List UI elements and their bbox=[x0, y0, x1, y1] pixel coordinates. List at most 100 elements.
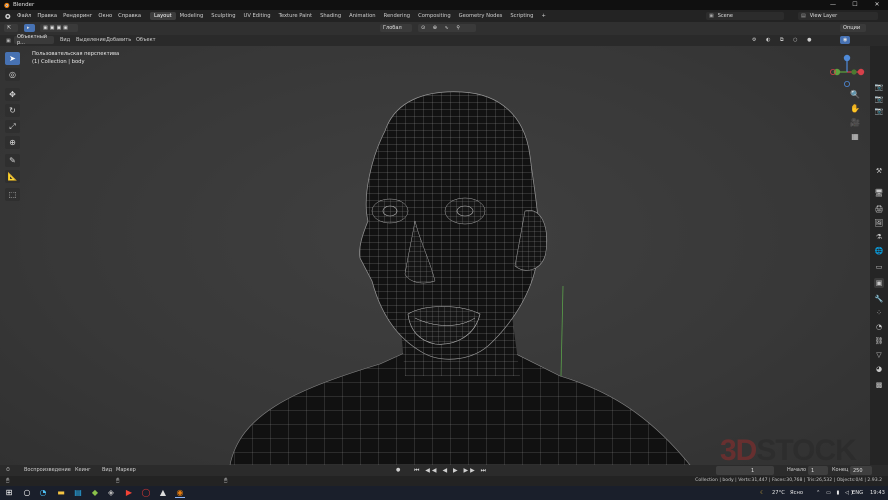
transform-icon: ⊕ bbox=[9, 138, 16, 147]
menu-view[interactable]: Вид bbox=[60, 36, 70, 44]
timeline-menu-keying[interactable]: Кеинг bbox=[75, 466, 91, 475]
file-explorer-icon[interactable]: ▬ bbox=[56, 488, 66, 498]
scene-properties-icon[interactable]: ⚗ bbox=[874, 232, 884, 242]
object-properties-icon[interactable]: ▣ bbox=[874, 278, 884, 288]
start-frame-field[interactable]: 1 bbox=[808, 466, 828, 475]
youtube-icon[interactable]: ▶ bbox=[124, 488, 134, 498]
windows-start-icon[interactable]: ⊞ bbox=[4, 488, 14, 498]
blender-taskbar-icon[interactable]: ◉ bbox=[175, 488, 185, 498]
tab-geometry-nodes[interactable]: Geometry Nodes bbox=[455, 12, 507, 20]
menu-object[interactable]: Объект bbox=[136, 36, 156, 44]
tool-dropdown[interactable]: ⇱ bbox=[4, 24, 18, 32]
render-camera-icon-1[interactable]: 📷 bbox=[874, 82, 884, 92]
close-window-button[interactable]: ✕ bbox=[866, 0, 888, 10]
view-name-label: Пользовательская перспектива bbox=[32, 51, 120, 57]
tab-animation[interactable]: Animation bbox=[345, 12, 379, 20]
rotate-tool-button[interactable]: ↻ bbox=[5, 104, 20, 117]
tray-icons[interactable]: ⌃ ▭ ▮ ◁) bbox=[816, 486, 855, 500]
store-icon[interactable]: ▤ bbox=[73, 488, 83, 498]
photo-app-icon[interactable]: ▲ bbox=[158, 488, 168, 498]
select-tool-button[interactable]: ➤ bbox=[5, 52, 20, 65]
timeline-menu-marker[interactable]: Маркер bbox=[116, 466, 136, 475]
data-properties-icon[interactable]: ▽ bbox=[874, 350, 884, 360]
scene-selector[interactable]: ▣ Scene bbox=[706, 12, 784, 20]
timeline-menu-view[interactable]: Вид bbox=[102, 466, 112, 475]
navigation-gizmo[interactable] bbox=[827, 52, 867, 92]
tab-layout[interactable]: Layout bbox=[150, 12, 176, 20]
menu-add[interactable]: Добавить bbox=[106, 36, 131, 44]
collection-properties-icon[interactable]: ▭ bbox=[874, 262, 884, 272]
tab-scripting[interactable]: Scripting bbox=[506, 12, 537, 20]
viewport-overlay-icons[interactable]: ⚙ ◐ ⧉ ○ ● bbox=[752, 36, 816, 44]
menu-render[interactable]: Рендеринг bbox=[60, 13, 95, 19]
input-language[interactable]: ENG bbox=[852, 486, 863, 500]
menu-help[interactable]: Справка bbox=[115, 13, 144, 19]
search-icon[interactable]: ○ bbox=[22, 488, 32, 498]
tab-uv-editing[interactable]: UV Editing bbox=[240, 12, 275, 20]
output-properties-icon[interactable]: 🖨 bbox=[874, 204, 884, 214]
app-icon-gray[interactable]: ◈ bbox=[106, 488, 116, 498]
timeline-editor-icon[interactable]: ⏱ bbox=[6, 466, 10, 475]
clock-time[interactable]: 19:43 bbox=[870, 486, 885, 500]
cursor-tool-button[interactable]: ◎ bbox=[5, 68, 20, 81]
tab-rendering[interactable]: Rendering bbox=[380, 12, 415, 20]
pan-hand-icon[interactable]: ✋ bbox=[850, 104, 860, 114]
constraints-properties-icon[interactable]: ⛓ bbox=[874, 336, 884, 346]
timeline-menu-playback[interactable]: Воспроизведение bbox=[24, 466, 71, 475]
tool-properties-icon[interactable]: ⚒ bbox=[874, 166, 884, 176]
render-camera-icon-2[interactable]: 📷 bbox=[874, 94, 884, 104]
ruler-icon: 📐 bbox=[7, 172, 18, 181]
view-layer-properties-icon[interactable]: 🖼 bbox=[874, 218, 884, 228]
weather-text[interactable]: Ясно bbox=[790, 486, 803, 500]
camera-view-icon[interactable]: 🎥 bbox=[850, 118, 860, 128]
menu-select[interactable]: Выделение bbox=[76, 36, 106, 44]
add-cube-tool-button[interactable]: ⬚ bbox=[5, 188, 20, 201]
annotate-tool-button[interactable]: ✎ bbox=[5, 154, 20, 167]
minimize-button[interactable]: — bbox=[822, 0, 844, 10]
edge-browser-icon[interactable]: ◔ bbox=[38, 488, 48, 498]
particles-properties-icon[interactable]: ⁘ bbox=[874, 308, 884, 318]
perspective-toggle-icon[interactable]: ▦ bbox=[850, 132, 860, 142]
temperature-text[interactable]: 27°C bbox=[772, 486, 785, 500]
tab-compositing[interactable]: Compositing bbox=[414, 12, 455, 20]
transform-orientation-dropdown[interactable]: Глобал bbox=[380, 24, 412, 32]
menu-edit[interactable]: Правка bbox=[34, 13, 60, 19]
maximize-button[interactable]: ☐ bbox=[844, 0, 866, 10]
view-layer-selector[interactable]: ▤ View Layer bbox=[798, 12, 878, 20]
pivot-snap-group[interactable]: ⊙ ⊕ ∿ ⚲ bbox=[418, 24, 476, 32]
add-workspace-button[interactable]: + bbox=[537, 12, 549, 20]
tab-texture-paint[interactable]: Texture Paint bbox=[275, 12, 316, 20]
modifier-properties-icon[interactable]: 🔧 bbox=[874, 294, 884, 304]
blender-menu-icon[interactable] bbox=[3, 12, 11, 20]
selection-mode-group[interactable]: ▣▣▣▣ bbox=[40, 24, 78, 32]
mode-dropdown[interactable]: Объектный р... bbox=[14, 34, 54, 46]
texture-properties-icon[interactable]: ▩ bbox=[874, 380, 884, 390]
material-properties-icon[interactable]: ◕ bbox=[874, 364, 884, 374]
zoom-icon[interactable]: 🔍 bbox=[850, 90, 860, 100]
playback-controls[interactable]: ⏮ ◀◀ ◀ ▶ ▶▶ ⏭ bbox=[414, 466, 488, 475]
record-keyframe-icon[interactable]: ● bbox=[396, 466, 400, 475]
physics-properties-icon[interactable]: ◔ bbox=[874, 322, 884, 332]
options-dropdown[interactable]: Опции bbox=[840, 24, 866, 32]
solid-shading-button[interactable]: ◉ bbox=[840, 36, 850, 44]
world-properties-icon[interactable]: 🌐 bbox=[874, 246, 884, 256]
opera-icon[interactable]: ◯ bbox=[141, 488, 151, 498]
select-box-mode-button[interactable]: ▸ bbox=[24, 24, 35, 32]
tab-sculpting[interactable]: Sculpting bbox=[207, 12, 239, 20]
editor-type-icon[interactable]: ▣ bbox=[6, 37, 11, 45]
3d-viewport[interactable]: Пользовательская перспектива (1) Collect… bbox=[0, 46, 870, 465]
app-icon-green[interactable]: ◆ bbox=[90, 488, 100, 498]
transform-tool-button[interactable]: ⊕ bbox=[5, 136, 20, 149]
scale-tool-button[interactable]: ⤢ bbox=[5, 120, 20, 133]
mouse-pan-icon: 🖱 bbox=[116, 478, 120, 484]
tab-shading[interactable]: Shading bbox=[316, 12, 345, 20]
measure-tool-button[interactable]: 📐 bbox=[5, 170, 20, 183]
menu-window[interactable]: Окно bbox=[95, 13, 115, 19]
menu-file[interactable]: Файл bbox=[14, 13, 34, 19]
end-frame-field[interactable]: 250 bbox=[850, 466, 872, 475]
render-properties-icon[interactable]: 🖥 bbox=[874, 188, 884, 198]
move-tool-button[interactable]: ✥ bbox=[5, 88, 20, 101]
tab-modeling[interactable]: Modeling bbox=[176, 12, 208, 20]
current-frame-field[interactable]: 1 bbox=[716, 466, 774, 475]
render-camera-icon-3[interactable]: 📷 bbox=[874, 106, 884, 116]
